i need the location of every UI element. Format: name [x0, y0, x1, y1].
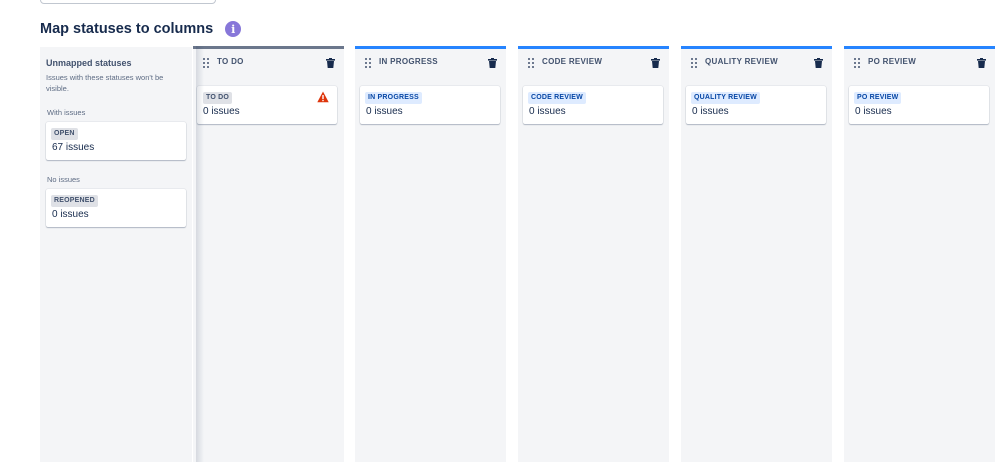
column-header: CODE REVIEW — [518, 55, 669, 71]
group-label-no-issues: No issues — [47, 175, 80, 184]
column-header: QUALITY REVIEW — [681, 55, 832, 71]
status-lozenge: QUALITY REVIEW — [691, 92, 760, 104]
column-to-do[interactable]: TO DO TO DO 0 issues — [193, 46, 344, 462]
column-po-review[interactable]: PO REVIEW PO REVIEW 0 issues — [844, 46, 995, 462]
column-title: QUALITY REVIEW — [705, 57, 778, 66]
section-title: Map statuses to columns — [40, 21, 214, 37]
status-card-open[interactable]: OPEN 67 issues — [46, 122, 186, 160]
trash-icon[interactable] — [326, 58, 335, 68]
status-card-po-review[interactable]: PO REVIEW 0 issues — [849, 86, 989, 124]
column-in-progress[interactable]: IN PROGRESS IN PROGRESS 0 issues — [355, 46, 506, 462]
drag-handle-icon[interactable] — [691, 58, 697, 68]
column-header: TO DO — [193, 55, 344, 71]
status-card-reopened[interactable]: REOPENED 0 issues — [46, 189, 186, 227]
column-header: IN PROGRESS — [355, 55, 506, 71]
status-lozenge: TO DO — [203, 92, 233, 104]
column-code-review[interactable]: CODE REVIEW CODE REVIEW 0 issues — [518, 46, 669, 462]
column-header: PO REVIEW — [844, 55, 995, 71]
trash-icon[interactable] — [651, 58, 660, 68]
drag-handle-icon[interactable] — [203, 58, 209, 68]
status-lozenge: PO REVIEW — [854, 92, 902, 104]
issue-count: 0 issues — [366, 106, 403, 117]
warning-icon — [317, 91, 329, 103]
status-lozenge: IN PROGRESS — [365, 92, 422, 104]
issue-count: 0 issues — [52, 209, 89, 220]
info-icon[interactable]: i — [225, 21, 242, 37]
issue-count: 67 issues — [52, 142, 95, 153]
drag-handle-icon[interactable] — [854, 58, 860, 68]
status-lozenge: CODE REVIEW — [528, 92, 586, 104]
trash-icon[interactable] — [977, 58, 986, 68]
status-card-quality-review[interactable]: QUALITY REVIEW 0 issues — [686, 86, 826, 124]
column-title: CODE REVIEW — [542, 57, 603, 66]
column-title: TO DO — [217, 57, 244, 66]
issue-count: 0 issues — [855, 106, 892, 117]
group-label-with-issues: With issues — [47, 108, 86, 117]
unmapped-description: Issues with these statuses won't be visi… — [46, 73, 164, 93]
drag-handle-icon[interactable] — [528, 58, 534, 68]
column-title: IN PROGRESS — [379, 57, 438, 66]
trash-icon[interactable] — [814, 58, 823, 68]
column-title: PO REVIEW — [868, 57, 917, 66]
status-lozenge: REOPENED — [51, 195, 98, 207]
issue-count: 0 issues — [529, 106, 566, 117]
status-card-code-review[interactable]: CODE REVIEW 0 issues — [523, 86, 663, 124]
issue-count: 0 issues — [203, 106, 240, 117]
status-card-in-progress[interactable]: IN PROGRESS 0 issues — [360, 86, 500, 124]
board-select[interactable] — [40, 0, 216, 4]
column-quality-review[interactable]: QUALITY REVIEW QUALITY REVIEW 0 issues — [681, 46, 832, 462]
unmapped-statuses-panel: Unmapped statuses Issues with these stat… — [40, 47, 192, 462]
status-card-to-do[interactable]: TO DO 0 issues — [197, 86, 337, 124]
drag-handle-icon[interactable] — [365, 58, 371, 68]
section-header: Map statuses to columns i — [40, 19, 242, 39]
trash-icon[interactable] — [488, 58, 497, 68]
issue-count: 0 issues — [692, 106, 729, 117]
status-lozenge: OPEN — [51, 128, 78, 140]
unmapped-title: Unmapped statuses — [46, 58, 132, 68]
